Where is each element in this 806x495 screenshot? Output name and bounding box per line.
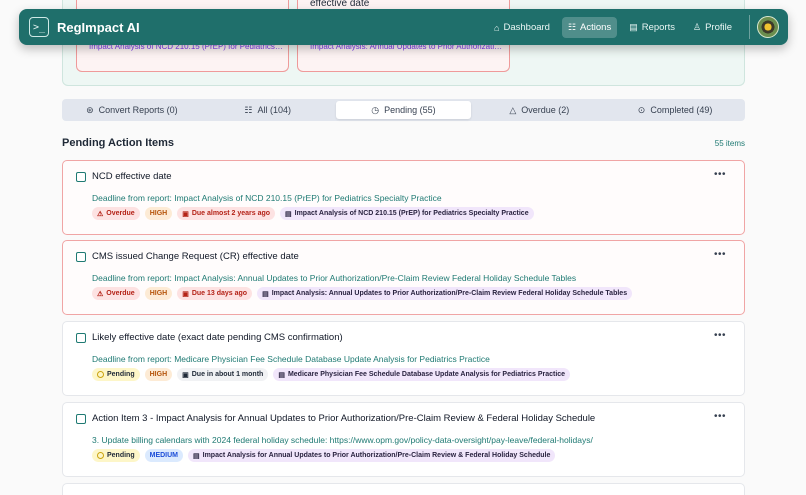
due-badge: ▣ Due 13 days ago xyxy=(177,287,253,300)
priority-badge: MEDIUM xyxy=(144,449,184,462)
nav-label: Actions xyxy=(580,22,612,33)
card-title: Likely effective date (exact date pendin… xyxy=(92,332,343,343)
convert-icon: ⊛ xyxy=(86,104,94,115)
more-options-icon[interactable]: ••• xyxy=(714,330,726,341)
peek-card-title: effective date xyxy=(310,0,370,9)
calendar-icon: ▣ xyxy=(182,290,189,298)
badge-label: Due in about 1 month xyxy=(191,371,264,378)
file-icon: ▤ xyxy=(193,452,200,460)
items-count: 55 items xyxy=(714,139,745,148)
card-badges: Pending MEDIUM ▤ Impact Analysis for Annu… xyxy=(92,449,556,462)
clock-icon: ◷ xyxy=(371,104,380,115)
warning-icon: ⚠ xyxy=(97,290,104,298)
status-badge: Pending xyxy=(92,368,140,381)
tab-completed[interactable]: ⊙ Completed (49) xyxy=(607,101,743,119)
card-source-link[interactable]: Deadline from report: Medicare Physician… xyxy=(92,354,490,364)
list-icon: ☷ xyxy=(567,22,577,32)
card-source-link[interactable]: Deadline from report: Impact Analysis of… xyxy=(92,193,442,203)
tab-label: Pending (55) xyxy=(384,105,436,115)
more-options-icon[interactable]: ••• xyxy=(714,411,726,422)
card-source-link[interactable]: 3. Update billing calendars with 2024 fe… xyxy=(92,435,593,445)
more-options-icon[interactable]: ••• xyxy=(714,249,726,260)
action-card[interactable]: CMS issued Change Request (CR) effective… xyxy=(62,240,745,315)
card-source-link[interactable]: Deadline from report: Impact Analysis: A… xyxy=(92,273,576,283)
badge-label: Due almost 2 years ago xyxy=(191,210,271,217)
filter-tabs: ⊛ Convert Reports (0) ☷ All (104) ◷ Pend… xyxy=(62,99,745,121)
list-icon: ☷ xyxy=(244,104,253,115)
card-title: Action Item 3 - Impact Analysis for Annu… xyxy=(92,413,596,424)
action-card[interactable]: NCD effective date ••• Deadline from rep… xyxy=(62,160,745,235)
report-badge[interactable]: ▤ Medicare Physician Fee Schedule Databas… xyxy=(273,368,571,381)
complete-checkbox[interactable] xyxy=(76,252,86,262)
action-card[interactable]: Action Item 3 - Impact Analysis for Annu… xyxy=(62,402,745,477)
report-badge[interactable]: ▤ Impact Analysis: Annual Updates to Prio… xyxy=(257,287,633,300)
status-badge: ⚠ Overdue xyxy=(92,207,140,220)
badge-label: Due 13 days ago xyxy=(191,290,248,297)
warning-icon: △ xyxy=(509,104,517,115)
report-badge[interactable]: ▤ Impact Analysis of NCD 210.15 (PrEP) fo… xyxy=(280,207,534,220)
check-circle-icon: ⊙ xyxy=(637,104,646,115)
avatar[interactable] xyxy=(757,16,779,38)
nav-label: Profile xyxy=(705,22,732,33)
card-badges: Pending HIGH ▣ Due in about 1 month ▤ Medi… xyxy=(92,368,571,381)
badge-label: Impact Analysis for Annual Updates to Pr… xyxy=(202,452,551,459)
nav-reports[interactable]: ▤ Reports xyxy=(623,17,681,38)
priority-badge: HIGH xyxy=(144,207,173,220)
action-card[interactable] xyxy=(62,483,745,495)
file-icon: ▤ xyxy=(285,210,292,218)
nav-label: Reports xyxy=(641,22,675,33)
tab-convert-reports[interactable]: ⊛ Convert Reports (0) xyxy=(64,101,200,119)
nav-dashboard[interactable]: ⌂ Dashboard xyxy=(488,17,556,38)
card-title: NCD effective date xyxy=(92,171,172,182)
calendar-icon: ▣ xyxy=(182,210,189,218)
badge-label: Impact Analysis: Annual Updates to Prior… xyxy=(271,290,628,297)
card-badges: ⚠ Overdue HIGH ▣ Due 13 days ago ▤ Impact A… xyxy=(92,287,633,300)
section-title: Pending Action Items xyxy=(62,137,175,149)
tab-overdue[interactable]: △ Overdue (2) xyxy=(471,101,607,119)
due-badge: ▣ Due in about 1 month xyxy=(177,368,269,381)
main-nav: ⌂ Dashboard ☷ Actions ▤ Reports ♙ Profil… xyxy=(488,17,738,38)
tab-label: Convert Reports (0) xyxy=(98,105,178,115)
nav-actions[interactable]: ☷ Actions xyxy=(561,17,618,38)
tab-label: Completed (49) xyxy=(650,105,713,115)
tab-label: All (104) xyxy=(257,105,291,115)
status-badge: Pending xyxy=(92,449,140,462)
badge-label: Overdue xyxy=(106,290,135,297)
nav-profile[interactable]: ♙ Profile xyxy=(687,17,738,38)
app-title[interactable]: RegImpact AI xyxy=(57,20,140,35)
nav-label: Dashboard xyxy=(503,22,550,33)
priority-badge: HIGH xyxy=(144,368,173,381)
badge-label: Impact Analysis of NCD 210.15 (PrEP) for… xyxy=(294,210,529,217)
due-badge: ▣ Due almost 2 years ago xyxy=(177,207,276,220)
more-options-icon[interactable]: ••• xyxy=(714,169,726,180)
card-title: CMS issued Change Request (CR) effective… xyxy=(92,251,299,262)
tab-label: Overdue (2) xyxy=(521,105,570,115)
status-badge: ⚠ Overdue xyxy=(92,287,140,300)
file-icon: ▤ xyxy=(629,22,638,32)
badge-label: Pending xyxy=(107,371,135,378)
tab-all[interactable]: ☷ All (104) xyxy=(200,101,336,119)
complete-checkbox[interactable] xyxy=(76,414,86,424)
badge-label: Medicare Physician Fee Schedule Database… xyxy=(287,371,566,378)
card-badges: ⚠ Overdue HIGH ▣ Due almost 2 years ago ▤ I… xyxy=(92,207,534,220)
app-header: >_ RegImpact AI ⌂ Dashboard ☷ Actions ▤ … xyxy=(19,9,788,45)
tab-pending[interactable]: ◷ Pending (55) xyxy=(335,101,472,119)
warning-icon: ⚠ xyxy=(97,210,104,218)
terminal-icon: >_ xyxy=(29,17,49,37)
badge-label: Pending xyxy=(107,452,135,459)
file-icon: ▤ xyxy=(262,290,269,298)
home-icon: ⌂ xyxy=(494,22,500,33)
calendar-icon: ▣ xyxy=(182,371,189,379)
action-card[interactable]: Likely effective date (exact date pendin… xyxy=(62,321,745,396)
priority-badge: HIGH xyxy=(144,287,173,300)
pending-icon xyxy=(97,452,104,459)
header-divider xyxy=(749,15,750,39)
complete-checkbox[interactable] xyxy=(76,333,86,343)
user-icon: ♙ xyxy=(692,22,702,32)
report-badge[interactable]: ▤ Impact Analysis for Annual Updates to P… xyxy=(188,449,556,462)
complete-checkbox[interactable] xyxy=(76,172,86,182)
badge-label: Overdue xyxy=(106,210,135,217)
file-icon: ▤ xyxy=(278,371,285,379)
pending-icon xyxy=(97,371,104,378)
